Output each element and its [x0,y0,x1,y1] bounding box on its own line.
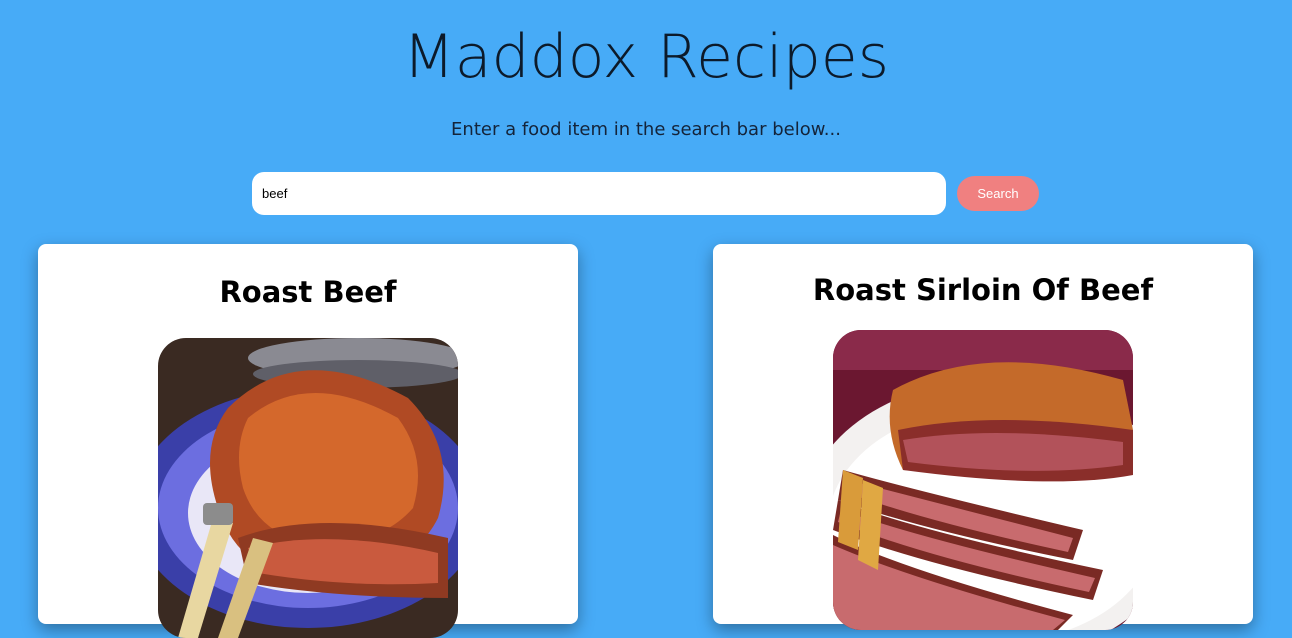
roast-sirloin-photo [833,330,1133,630]
recipe-card[interactable]: Roast Beef [38,244,578,638]
page-title: Maddox Recipes [403,22,889,92]
recipe-image[interactable] [158,338,458,638]
recipe-image[interactable] [833,330,1133,630]
recipe-title: Roast Sirloin Of Beef [812,273,1154,307]
recipe-card[interactable]: Roast Sirloin Of Beef [713,244,1253,630]
page-subtitle: Enter a food item in the search bar belo… [451,119,841,140]
recipe-title: Roast Beef [219,275,397,309]
roast-beef-photo [158,338,458,638]
search-button[interactable]: Search [957,176,1039,211]
search-input[interactable] [252,172,946,215]
